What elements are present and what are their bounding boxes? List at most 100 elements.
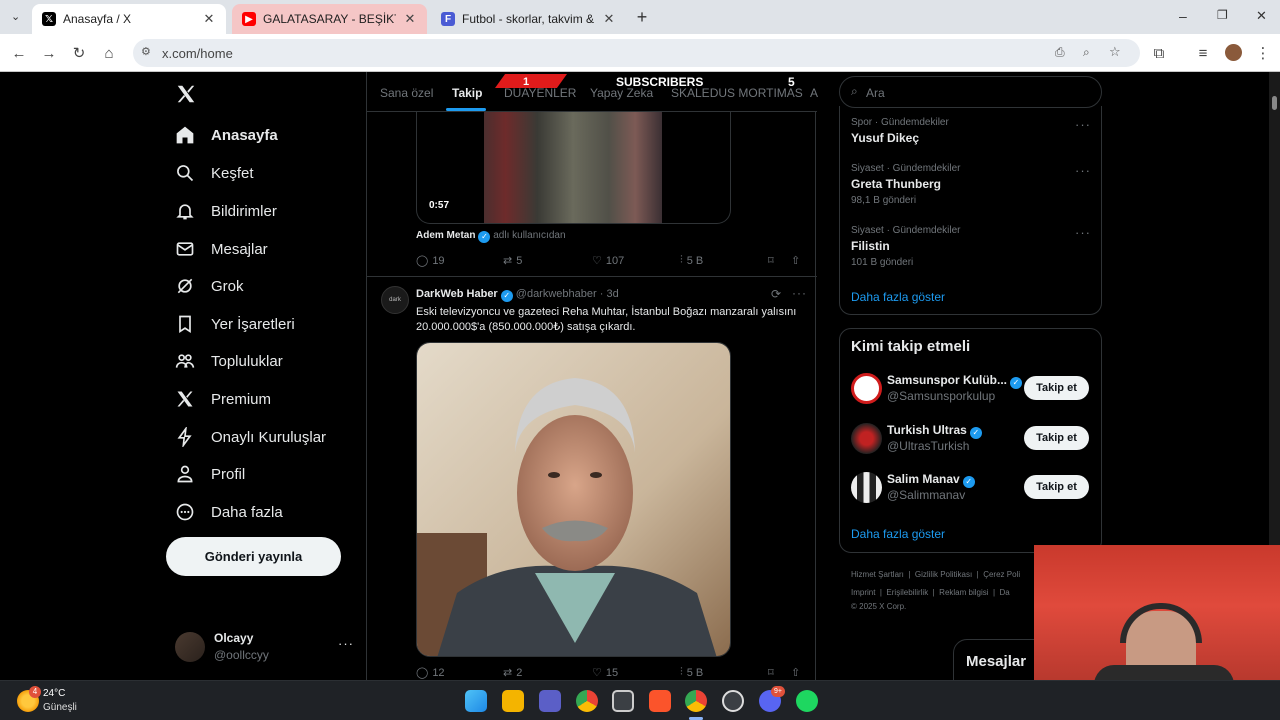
account-switcher[interactable]: Olcayy @oollccyy ··· xyxy=(175,630,355,664)
follow-suggestion[interactable]: Samsunspor Kulüb... ✓ @Samsunsporkulup Ta… xyxy=(851,373,1091,407)
more-dots-icon[interactable]: ··· xyxy=(1075,117,1091,132)
browser-tab-flashscore[interactable]: F Futbol - skorlar, takvim & oranl ✕ xyxy=(431,4,626,34)
tab-more[interactable]: A xyxy=(810,86,818,100)
follow-button[interactable]: Takip et xyxy=(1024,376,1089,400)
address-bar[interactable]: ⚙ x.com/home ⎙ ⌕ ☆ xyxy=(133,39,1140,67)
sidebar-item-grok[interactable]: Grok xyxy=(175,271,244,301)
close-tab-icon[interactable]: ✕ xyxy=(602,11,616,27)
close-tab-icon[interactable]: ✕ xyxy=(202,11,216,27)
grok-icon[interactable]: ⟳ xyxy=(771,287,781,301)
file-explorer-icon[interactable] xyxy=(502,690,524,712)
bookmark-button[interactable]: ⌑ xyxy=(768,254,774,267)
tab-duayenler[interactable]: DUAYENLER xyxy=(504,86,576,100)
brave-icon[interactable] xyxy=(649,690,671,712)
views-button[interactable]: ⫶ 5 B xyxy=(680,254,703,267)
active-tab-indicator xyxy=(446,108,486,111)
weather-temp[interactable]: 24°C xyxy=(43,688,65,699)
follow-suggestion[interactable]: Turkish Ultras ✓ @UltrasTurkish Takip et xyxy=(851,423,1091,457)
video-media[interactable]: 0:57 xyxy=(416,112,731,224)
sidebar-item-communities[interactable]: Topluluklar xyxy=(175,346,283,376)
repost-button[interactable]: ⇄ 5 xyxy=(503,254,522,268)
browser-tab-x[interactable]: 𝕏 Anasayfa / X ✕ xyxy=(32,4,226,34)
sidebar-item-home[interactable]: Anasayfa xyxy=(175,120,278,150)
share-button[interactable]: ⇧ xyxy=(791,254,800,267)
back-icon[interactable]: ← xyxy=(9,43,29,63)
trend-item[interactable]: Spor · Gündemdekiler Yusuf Dikeç xyxy=(851,117,949,145)
sidebar-item-premium[interactable]: Premium xyxy=(175,384,271,414)
like-button[interactable]: ♡ 15 xyxy=(592,666,618,680)
verified-badge-icon: ✓ xyxy=(1010,377,1023,389)
close-window-button[interactable]: ✕ xyxy=(1256,8,1267,24)
more-dots-icon[interactable]: ··· xyxy=(792,286,807,300)
sidebar-item-bookmarks[interactable]: Yer İşaretleri xyxy=(175,309,295,339)
minimize-button[interactable]: – xyxy=(1179,8,1187,24)
footer-links-row1: Hizmet Şartları | Gizlilik Politikası | … xyxy=(851,570,1021,579)
media-icon[interactable]: ≡ xyxy=(1193,43,1213,63)
teams-icon[interactable] xyxy=(539,690,561,712)
follow-button[interactable]: Takip et xyxy=(1024,426,1089,450)
trend-item[interactable]: Siyaset · Gündemdekiler Greta Thunberg 9… xyxy=(851,163,961,206)
footer-link[interactable]: Imprint xyxy=(851,588,875,597)
search-input[interactable]: ⌕ Ara xyxy=(839,76,1102,108)
like-button[interactable]: ♡ 107 xyxy=(592,254,624,268)
browser-tab-youtube[interactable]: ▶ GALATASARAY - BEŞİKTAŞ MAÇ ✕ xyxy=(232,4,427,34)
forward-icon[interactable]: → xyxy=(39,43,59,63)
sidebar-item-verified-orgs[interactable]: Onaylı Kuruluşlar xyxy=(175,422,326,452)
chrome-icon[interactable] xyxy=(576,690,598,712)
footer-link[interactable]: Erişilebilirlik xyxy=(886,588,928,597)
post-image[interactable] xyxy=(416,342,731,657)
share-button[interactable]: ⇧ xyxy=(791,666,800,679)
scrollbar-thumb[interactable] xyxy=(1272,96,1277,110)
trend-item[interactable]: Siyaset · Gündemdekiler Filistin 101 B g… xyxy=(851,225,961,268)
sidebar-item-messages[interactable]: Mesajlar xyxy=(175,234,268,264)
home-icon[interactable]: ⌂ xyxy=(99,43,119,63)
sidebar-item-more[interactable]: Daha fazla xyxy=(175,497,283,527)
sidebar-item-profile[interactable]: Profil xyxy=(175,459,245,489)
clock-app-icon[interactable] xyxy=(722,690,744,712)
repost-author[interactable]: Adem Metan xyxy=(416,230,475,241)
x-logo-icon[interactable] xyxy=(175,83,197,105)
footer-link[interactable]: Gizlilik Politikası xyxy=(915,570,972,579)
show-more-trends-link[interactable]: Daha fazla göster xyxy=(851,290,945,304)
tab-following[interactable]: Takip xyxy=(452,86,482,100)
bookmark-button[interactable]: ⌑ xyxy=(768,666,774,679)
views-button[interactable]: ⫶ 5 B xyxy=(680,666,703,679)
restore-button[interactable]: ❐ xyxy=(1217,8,1228,22)
site-info-icon[interactable]: ⚙ xyxy=(141,45,151,58)
post-time[interactable]: · 3d xyxy=(600,288,619,300)
bookmark-star-icon[interactable]: ☆ xyxy=(1109,44,1121,60)
new-tab-button[interactable]: + xyxy=(632,8,652,28)
tab-search-chevron-icon[interactable]: ⌄ xyxy=(11,10,20,23)
sidebar-item-explore[interactable]: Keşfet xyxy=(175,158,254,188)
follow-button[interactable]: Takip et xyxy=(1024,475,1089,499)
profile-avatar[interactable] xyxy=(1225,44,1242,61)
menu-kebab-icon[interactable]: ⋮ xyxy=(1253,43,1273,63)
footer-link[interactable]: Hizmet Şartları xyxy=(851,570,904,579)
reply-button[interactable]: ◯ 19 xyxy=(416,254,445,268)
spotify-icon[interactable] xyxy=(796,690,818,712)
footer-link[interactable]: Reklam bilgisi xyxy=(939,588,988,597)
tab-for-you[interactable]: Sana özel xyxy=(380,86,433,100)
footer-link[interactable]: Da xyxy=(1000,588,1010,597)
more-dots-icon[interactable]: ··· xyxy=(1075,163,1091,178)
post-handle[interactable]: @darkwebhaber xyxy=(516,288,597,300)
reply-button[interactable]: ◯ 12 xyxy=(416,666,445,680)
more-dots-icon[interactable]: ··· xyxy=(1075,225,1091,240)
post-button[interactable]: Gönderi yayınla xyxy=(166,537,341,576)
windows-start-icon[interactable] xyxy=(465,690,487,712)
reload-icon[interactable]: ↻ xyxy=(69,43,89,63)
post-author[interactable]: DarkWeb Haber xyxy=(416,288,498,300)
follow-suggestion[interactable]: Salim Manav ✓ @Salimmanav Takip et xyxy=(851,472,1091,506)
chrome-icon[interactable] xyxy=(685,690,707,712)
repost-button[interactable]: ⇄ 2 xyxy=(503,666,522,680)
install-app-icon[interactable]: ⎙ xyxy=(1055,45,1065,60)
show-more-follow-link[interactable]: Daha fazla göster xyxy=(851,527,945,541)
sidebar-item-notifications[interactable]: Bildirimler xyxy=(175,196,277,226)
close-tab-icon[interactable]: ✕ xyxy=(403,11,417,27)
extensions-icon[interactable]: ⧉ xyxy=(1149,43,1169,63)
store-icon[interactable] xyxy=(612,690,634,712)
zoom-icon[interactable]: ⌕ xyxy=(1083,45,1090,60)
footer-link[interactable]: Çerez Poli xyxy=(983,570,1020,579)
weather-desc[interactable]: Güneşli xyxy=(43,702,77,713)
avatar[interactable]: dark xyxy=(381,286,409,314)
